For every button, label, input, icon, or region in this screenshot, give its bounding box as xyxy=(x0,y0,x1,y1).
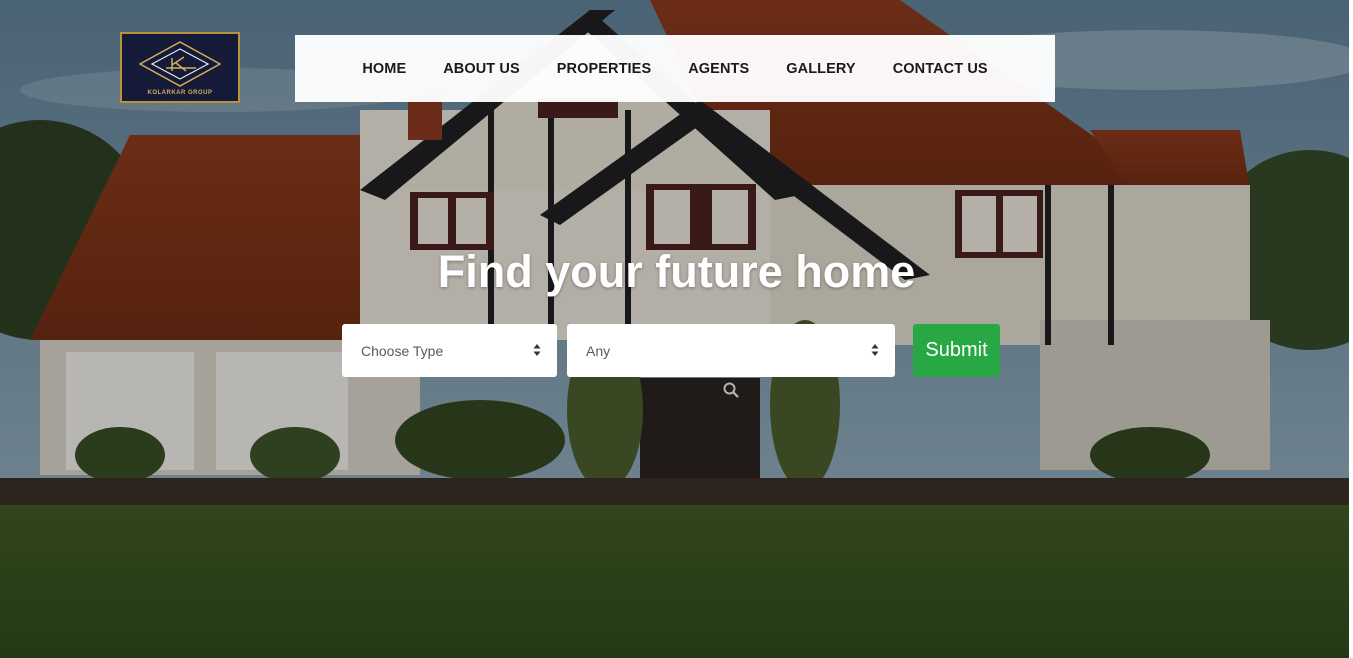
nav-home[interactable]: HOME xyxy=(362,61,406,77)
search-icon[interactable] xyxy=(722,381,740,399)
logo-text: KOLARKAR GROUP xyxy=(147,90,213,96)
brand-logo[interactable]: KOLARKAR GROUP xyxy=(120,32,240,103)
property-type-select[interactable]: Choose Type xyxy=(342,324,557,377)
location-select[interactable]: Any xyxy=(567,324,895,377)
nav-contact-us[interactable]: CONTACT US xyxy=(893,61,988,77)
hero-headline: Find your future home xyxy=(437,246,916,297)
select-arrows-icon xyxy=(533,344,541,356)
nav-about-us[interactable]: ABOUT US xyxy=(443,61,520,77)
nav-agents[interactable]: AGENTS xyxy=(688,61,749,77)
property-type-value: Choose Type xyxy=(361,342,444,359)
select-arrows-icon xyxy=(871,344,879,356)
nav-gallery[interactable]: GALLERY xyxy=(786,61,855,77)
nav-properties[interactable]: PROPERTIES xyxy=(557,61,651,77)
page-edge xyxy=(1349,0,1353,658)
main-nav: HOME ABOUT US PROPERTIES AGENTS GALLERY … xyxy=(295,35,1055,102)
location-value: Any xyxy=(586,342,611,359)
submit-button[interactable]: Submit xyxy=(913,324,1000,377)
diamond-logo-icon xyxy=(138,41,222,87)
